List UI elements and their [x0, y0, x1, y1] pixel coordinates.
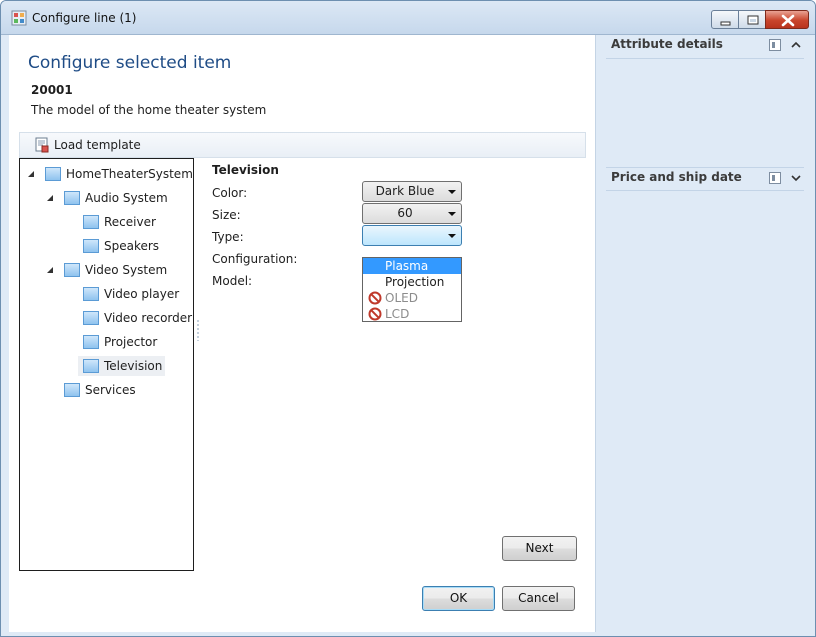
template-icon — [35, 137, 49, 153]
configuration-label: Configuration: — [212, 252, 298, 266]
chevron-down-icon — [448, 234, 456, 238]
expand-triangle-icon[interactable] — [45, 265, 55, 275]
expand-triangle-icon[interactable] — [45, 193, 55, 203]
tree-node-video-system[interactable]: Video System — [45, 260, 167, 280]
chevron-down-icon — [448, 212, 456, 216]
expand-triangle-icon[interactable] — [26, 169, 36, 179]
configurator-main-panel: Configure selected item 20001 The model … — [9, 35, 595, 632]
minimize-icon — [720, 21, 731, 26]
dropdown-option-lcd: LCD — [363, 306, 461, 322]
component-icon — [64, 263, 80, 277]
tree-node-receiver[interactable]: Receiver — [83, 212, 156, 232]
app-icon — [11, 10, 27, 26]
tree-node-label: Video System — [85, 263, 168, 277]
component-tree: HomeTheaterSystem Audio System Receiver … — [19, 158, 194, 571]
tree-node-label: Speakers — [104, 239, 160, 253]
maximize-icon — [747, 15, 759, 25]
type-dropdown-list: Plasma Projection OLED LCD — [362, 257, 462, 322]
load-template-button[interactable]: Load template — [34, 136, 141, 154]
section-title: Television — [212, 163, 279, 177]
configure-line-window: Configure line (1) Configure selected it… — [0, 0, 816, 637]
dropdown-option-projection[interactable]: Projection — [363, 274, 461, 290]
next-button[interactable]: Next — [502, 536, 577, 561]
tree-node-video-player[interactable]: Video player — [83, 284, 179, 304]
tree-node-label: Television — [104, 359, 163, 373]
close-button[interactable] — [765, 10, 809, 29]
tree-node-hometheatersystem[interactable]: HomeTheaterSystem — [26, 164, 193, 184]
component-icon — [83, 335, 99, 349]
size-select-value: 60 — [397, 206, 413, 220]
dropdown-option-label: OLED — [385, 291, 418, 305]
component-icon — [83, 239, 99, 253]
info-pane: Attribute details Price and ship date — [596, 35, 815, 632]
pin-icon[interactable] — [769, 39, 781, 51]
ok-button[interactable]: OK — [422, 586, 495, 611]
component-icon — [83, 287, 99, 301]
price-ship-date-title: Price and ship date — [611, 170, 742, 184]
tree-node-label: HomeTheaterSystem — [66, 167, 193, 181]
tree-node-label: Services — [85, 383, 136, 397]
component-icon — [64, 383, 80, 397]
color-select[interactable]: Dark Blue — [362, 181, 462, 202]
tree-node-services[interactable]: Services — [64, 380, 136, 400]
minimize-button[interactable] — [711, 10, 739, 29]
component-icon — [83, 311, 99, 325]
not-allowed-icon — [368, 307, 382, 321]
color-select-value: Dark Blue — [375, 184, 435, 198]
item-id: 20001 — [31, 83, 73, 97]
attribute-details-title: Attribute details — [611, 37, 723, 51]
tree-node-label: Video recorder — [104, 311, 193, 325]
chevron-down-icon — [448, 190, 456, 194]
dropdown-option-plasma[interactable]: Plasma — [363, 258, 461, 274]
item-description: The model of the home theater system — [31, 103, 267, 117]
tree-node-speakers[interactable]: Speakers — [83, 236, 159, 256]
component-icon — [83, 215, 99, 229]
dropdown-option-oled: OLED — [363, 290, 461, 306]
tree-node-label: Receiver — [104, 215, 156, 229]
dropdown-option-label: LCD — [385, 307, 410, 321]
pin-icon[interactable] — [769, 172, 781, 184]
window-title: Configure line (1) — [32, 11, 137, 25]
close-icon — [781, 14, 795, 27]
tree-node-label: Video player — [104, 287, 180, 301]
size-select[interactable]: 60 — [362, 203, 462, 224]
tree-node-projector[interactable]: Projector — [83, 332, 157, 352]
tree-node-video-recorder[interactable]: Video recorder — [83, 308, 192, 328]
tree-splitter-handle[interactable] — [197, 319, 199, 341]
load-template-label: Load template — [54, 138, 141, 152]
component-icon — [83, 359, 99, 373]
attribute-panel: Television Color: Dark Blue Size: 60 Typ… — [212, 159, 582, 419]
type-select[interactable] — [362, 225, 462, 246]
maximize-button[interactable] — [738, 10, 766, 29]
page-title: Configure selected item — [28, 53, 232, 73]
attribute-details-header[interactable]: Attribute details — [606, 35, 804, 59]
toolbar: Load template — [19, 132, 586, 158]
tree-node-label: Audio System — [85, 191, 168, 205]
model-label: Model: — [212, 274, 253, 288]
not-allowed-icon — [368, 291, 382, 305]
component-icon — [45, 167, 61, 181]
tree-node-television[interactable]: Television — [78, 356, 166, 376]
chevron-down-icon[interactable] — [790, 172, 802, 184]
chevron-up-icon[interactable] — [790, 39, 802, 51]
component-icon — [64, 191, 80, 205]
tree-node-label: Projector — [104, 335, 158, 349]
type-label: Type: — [212, 230, 244, 244]
title-bar: Configure line (1) — [1, 1, 815, 35]
cancel-button[interactable]: Cancel — [502, 586, 575, 611]
price-ship-date-header[interactable]: Price and ship date — [606, 167, 804, 191]
color-label: Color: — [212, 186, 248, 200]
size-label: Size: — [212, 208, 241, 222]
tree-node-audio-system[interactable]: Audio System — [45, 188, 168, 208]
